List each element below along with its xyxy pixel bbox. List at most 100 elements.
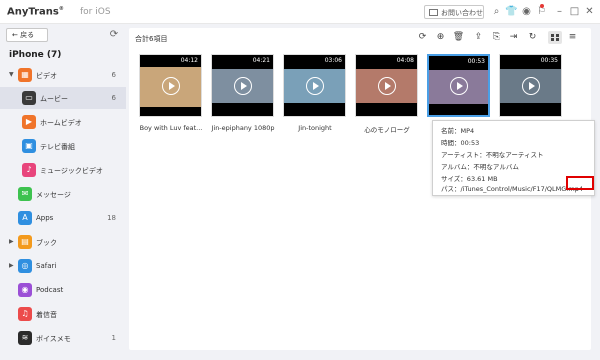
sidebar-item-label: テレビ番組 <box>40 143 75 151</box>
video-info-tooltip: 名前：MP4 時間：00:53 アーティスト：不明なアーティスト アルバム：不明… <box>432 120 595 196</box>
tooltip-name: 名前：MP4 <box>441 127 475 135</box>
apps-icon: A <box>18 211 32 225</box>
video-duration: 00:35 <box>540 57 558 64</box>
highlight-box <box>566 176 594 190</box>
add-icon[interactable]: ⊕ <box>434 31 447 44</box>
close-icon[interactable]: ✕ <box>583 5 596 18</box>
sidebar-item-count: 18 <box>107 214 116 222</box>
user-icon[interactable]: ◉ <box>520 5 533 18</box>
sidebar-item-label: Safari <box>36 262 57 270</box>
title-bar: AnyTrans® for iOS お問い合わせ ⌕ 👕 ◉ ⚐ – □ ✕ <box>0 0 600 24</box>
video-duration: 04:12 <box>180 57 198 64</box>
app-subtitle: for iOS <box>80 7 111 17</box>
expand-arrow-icon[interactable]: ▶ <box>9 262 14 269</box>
video-thumbnail[interactable]: 00:35 <box>499 54 562 117</box>
sidebar-item-podcast[interactable]: ◉ Podcast <box>0 279 126 301</box>
video-duration: 00:53 <box>467 58 485 65</box>
list-view-icon[interactable]: ≡ <box>566 31 579 44</box>
sidebar-item-movie[interactable]: ▭ ムービー 6 <box>0 87 126 109</box>
sidebar-item-label: メッセージ <box>36 191 71 199</box>
refresh-icon[interactable]: ⟳ <box>108 29 120 41</box>
item-count-label: 合計6項目 <box>135 35 168 43</box>
movie-icon: ▭ <box>22 91 36 105</box>
sidebar-item-label: Podcast <box>36 286 64 294</box>
sidebar-item-apps[interactable]: A Apps 18 <box>0 207 126 229</box>
tooltip-artist: アーティスト：不明なアーティスト <box>441 151 544 159</box>
play-icon[interactable] <box>377 76 396 95</box>
sidebar-item-music-video[interactable]: ♪ ミュージックビデオ <box>0 159 126 181</box>
podcast-icon: ◉ <box>18 283 32 297</box>
sidebar-item-label: ボイスメモ <box>36 335 71 343</box>
refresh-icon[interactable]: ⟳ <box>416 31 429 44</box>
play-icon[interactable] <box>233 76 252 95</box>
sidebar-item-count: 6 <box>111 71 116 79</box>
sidebar-item-count: 1 <box>111 334 116 342</box>
send-to-itunes-icon[interactable]: ⇥ <box>507 31 520 44</box>
device-name: iPhone (7) <box>9 50 62 60</box>
sidebar-item-home-video[interactable]: ▶ ホームビデオ <box>0 111 126 133</box>
voice-memo-icon: ≋ <box>18 331 32 345</box>
sidebar-item-messages[interactable]: ✉ メッセージ <box>0 183 126 205</box>
video-title: Jin-epiphany 1080p <box>211 124 275 132</box>
home-video-icon: ▶ <box>22 115 36 129</box>
video-duration: 04:21 <box>252 57 270 64</box>
sidebar-item-safari[interactable]: ▶ ◎ Safari <box>0 255 126 277</box>
sidebar-item-label: ビデオ <box>36 72 57 80</box>
sidebar-item-label: ホームビデオ <box>40 119 82 127</box>
mail-icon <box>429 9 438 16</box>
sidebar-item-voice-memo[interactable]: ≋ ボイスメモ 1 <box>0 327 126 349</box>
tooltip-size: サイズ：63.61 MB <box>441 175 498 183</box>
notification-dot <box>540 4 544 8</box>
play-icon[interactable] <box>449 76 468 95</box>
video-title: Boy with Luv feat... <box>139 124 203 132</box>
search-icon[interactable]: ⌕ <box>490 5 503 18</box>
maximize-icon[interactable]: □ <box>568 5 581 18</box>
messages-icon: ✉ <box>18 187 32 201</box>
sidebar: ← 戻る ⟳ iPhone (7) ▼ ▦ ビデオ 6 ▭ ムービー 6 ▶ ホ… <box>0 24 126 360</box>
contact-button[interactable]: お問い合わせ <box>424 5 484 19</box>
video-thumbnail[interactable]: 03:06 <box>283 54 346 117</box>
video-thumbnail[interactable]: 04:21 <box>211 54 274 117</box>
minimize-icon[interactable]: – <box>553 5 566 18</box>
delete-icon[interactable]: 🗑 <box>452 31 465 44</box>
video-title: Jin-tonight <box>298 124 332 132</box>
grid-view-icon[interactable] <box>548 31 562 44</box>
sidebar-item-video[interactable]: ▼ ▦ ビデオ 6 <box>0 64 126 86</box>
expand-arrow-icon[interactable]: ▶ <box>9 238 14 245</box>
sidebar-item-label: Apps <box>36 214 54 222</box>
tooltip-album: アルバム：不明なアルバム <box>441 163 519 171</box>
tv-show-icon: ▣ <box>22 139 36 153</box>
video-title: 心のモノローグ <box>364 126 410 134</box>
convert-icon[interactable]: ↻ <box>526 31 539 44</box>
music-video-icon: ♪ <box>22 163 36 177</box>
video-duration: 03:06 <box>324 57 342 64</box>
sidebar-item-label: ブック <box>36 239 57 247</box>
video-duration: 04:08 <box>396 57 414 64</box>
send-to-pc-icon[interactable]: ⎘ <box>490 31 503 44</box>
sidebar-item-label: ミュージックビデオ <box>40 167 103 175</box>
tooltip-time: 時間：00:53 <box>441 139 480 147</box>
video-thumbnail-selected[interactable]: 00:53 <box>427 54 490 117</box>
safari-icon: ◎ <box>18 259 32 273</box>
sidebar-item-count: 6 <box>111 94 116 102</box>
back-button[interactable]: ← 戻る <box>6 28 48 42</box>
video-thumbnail[interactable]: 04:08 <box>355 54 418 117</box>
book-icon: ▤ <box>18 235 32 249</box>
contact-label: お問い合わせ <box>441 9 483 17</box>
video-category-icon: ▦ <box>18 68 32 82</box>
sidebar-item-label: ムービー <box>40 95 68 103</box>
expand-arrow-icon[interactable]: ▼ <box>9 71 14 78</box>
send-to-device-icon[interactable]: ⇪ <box>472 31 485 44</box>
sidebar-item-book[interactable]: ▶ ▤ ブック <box>0 231 126 253</box>
play-icon[interactable] <box>305 76 324 95</box>
shirt-icon[interactable]: 👕 <box>505 5 518 18</box>
ringtone-icon: ♫ <box>18 307 32 321</box>
video-thumbnail[interactable]: 04:12 <box>139 54 202 117</box>
sidebar-item-tv-show[interactable]: ▣ テレビ番組 <box>0 135 126 157</box>
sidebar-item-ringtone[interactable]: ♫ 着信音 <box>0 303 126 325</box>
play-icon[interactable] <box>161 76 180 95</box>
sidebar-item-label: 着信音 <box>36 311 57 319</box>
play-icon[interactable] <box>521 76 540 95</box>
app-title: AnyTrans® <box>7 6 64 18</box>
tooltip-path: パス：/iTunes_Control/Music/F17/QLMG.mp4 <box>441 185 583 193</box>
